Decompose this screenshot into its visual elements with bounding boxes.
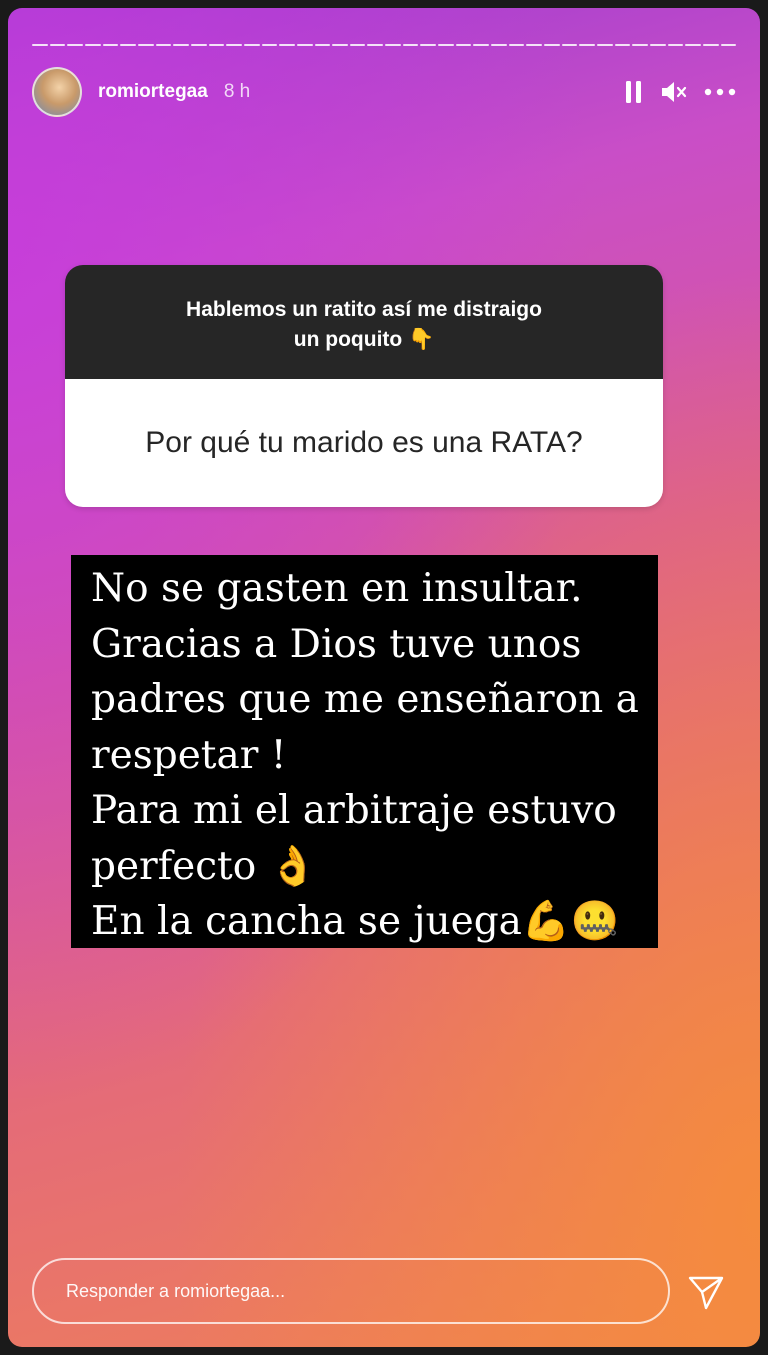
answer-line: padres que me enseñaron a — [91, 677, 639, 722]
progress-segment — [32, 44, 48, 46]
progress-segment — [720, 44, 737, 46]
answer-line: No se gasten en insultar. — [91, 566, 583, 611]
question-prompt-line: Hablemos un ratito así me distraigo — [186, 298, 542, 321]
progress-segment — [402, 44, 419, 46]
pause-icon[interactable] — [624, 80, 644, 104]
answer-line: perfecto 👌 — [91, 843, 318, 889]
send-icon[interactable] — [684, 1270, 728, 1314]
progress-segment — [438, 44, 454, 46]
question-sticker: Hablemos un ratito así me distraigo un p… — [65, 265, 663, 507]
answer-line: Para mi el arbitraje estuvo — [91, 788, 617, 833]
story-viewer: romiortegaa 8 h Hablemos un ratito así m… — [8, 8, 760, 1347]
story-progress-bar — [32, 44, 737, 48]
reply-input[interactable]: Responder a romiortegaa... — [32, 1258, 670, 1324]
progress-segment — [579, 44, 595, 46]
progress-segment — [632, 44, 648, 46]
question-prompt: Hablemos un ratito así me distraigo un p… — [65, 265, 663, 379]
answer-line: respetar ! — [91, 732, 287, 778]
question-prompt-line: un poquito 👇 — [293, 328, 435, 351]
progress-segment — [685, 44, 701, 46]
progress-segment — [561, 44, 578, 46]
answer-line: En la cancha se juega💪🤐 — [91, 899, 620, 944]
progress-segment — [102, 44, 119, 46]
progress-segment — [367, 44, 384, 46]
story-header: romiortegaa 8 h — [32, 66, 736, 118]
progress-segment — [173, 44, 189, 46]
progress-segment — [279, 44, 295, 46]
progress-segment — [614, 44, 631, 46]
progress-segment — [137, 44, 154, 46]
progress-segment — [120, 44, 136, 46]
progress-segment — [155, 44, 172, 46]
reply-placeholder: Responder a romiortegaa... — [66, 1280, 286, 1301]
progress-segment — [208, 44, 225, 46]
progress-segment — [314, 44, 331, 46]
progress-segment — [491, 44, 507, 46]
progress-segment — [385, 44, 401, 46]
question-text: Por qué tu marido es una RATA? — [65, 379, 663, 507]
answer-line: Gracias a Dios tuve unos — [91, 621, 582, 667]
timestamp: 8 h — [223, 81, 251, 102]
progress-segment — [544, 44, 560, 46]
progress-segment — [420, 44, 437, 46]
answer-text-block: No se gasten en insultar. Gracias a Dios… — [71, 555, 658, 948]
progress-segment — [526, 44, 543, 46]
progress-segment — [67, 44, 83, 46]
progress-segment — [349, 44, 366, 46]
progress-segment — [261, 44, 278, 46]
progress-segment — [508, 44, 525, 46]
progress-segment — [84, 44, 101, 46]
progress-segment — [473, 44, 490, 46]
more-icon[interactable] — [704, 88, 736, 96]
progress-segment — [332, 44, 348, 46]
progress-segment — [296, 44, 313, 46]
progress-segment — [597, 44, 613, 46]
mute-icon[interactable] — [660, 80, 688, 104]
progress-segment — [49, 44, 66, 46]
progress-segment — [455, 44, 472, 46]
progress-segment — [226, 44, 242, 46]
progress-segment — [667, 44, 684, 46]
progress-segment — [243, 44, 260, 46]
story-controls — [624, 80, 736, 104]
progress-segment — [702, 44, 719, 46]
avatar[interactable] — [32, 67, 82, 117]
progress-segment — [190, 44, 207, 46]
progress-segment — [649, 44, 666, 46]
username[interactable]: romiortegaa — [98, 81, 208, 103]
